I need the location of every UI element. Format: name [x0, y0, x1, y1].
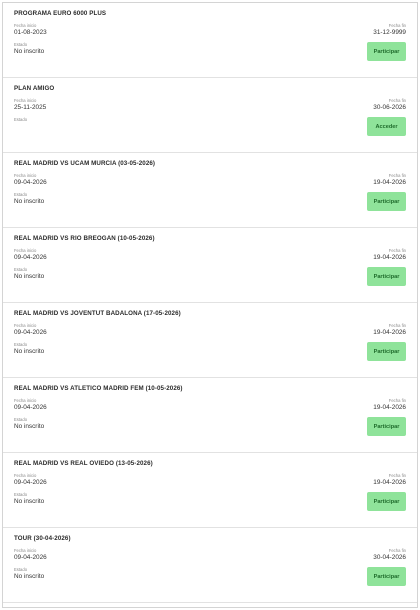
end-date-value: 19-04-2026: [373, 404, 406, 411]
program-title: REAL MADRID VS UCAM MURCIA (03-05-2026): [14, 160, 156, 167]
end-date-label: Fecha fin: [388, 23, 406, 28]
end-date-label: Fecha fin: [388, 548, 406, 553]
program-card: REAL MADRID VS RIO BREOGAN (10-05-2026) …: [3, 228, 417, 303]
participate-button[interactable]: Participar: [367, 267, 406, 286]
start-date-value: 09-04-2026: [14, 404, 47, 411]
participate-button[interactable]: Participar: [367, 342, 406, 361]
state-label: Estado: [14, 492, 28, 497]
end-date-label: Fecha fin: [388, 473, 406, 478]
end-date-value: 19-04-2026: [373, 479, 406, 486]
participate-button[interactable]: Participar: [367, 492, 406, 511]
end-date-label: Fecha fin: [388, 398, 406, 403]
program-card: REAL MADRID VS JOVENTUT BADALONA (17-05-…: [3, 303, 417, 378]
state-value: No inscrito: [14, 348, 45, 355]
state-label: Estado: [14, 567, 28, 572]
program-card: TOUR (30-04-2026) Fecha inicio 09-04-202…: [3, 528, 417, 603]
end-date-label: Fecha fin: [388, 173, 406, 178]
start-date-label: Fecha inicio: [14, 98, 37, 103]
access-button[interactable]: Acceder: [367, 117, 406, 136]
state-value: No inscrito: [14, 498, 45, 505]
start-date-value: 09-04-2026: [14, 254, 47, 261]
end-date-value: 19-04-2026: [373, 254, 406, 261]
start-date-value: 25-11-2025: [14, 104, 47, 111]
state-label: Estado: [14, 417, 28, 422]
state-label: Estado: [14, 342, 28, 347]
state-value: No inscrito: [14, 423, 45, 430]
participate-button[interactable]: Participar: [367, 192, 406, 211]
start-date-value: 09-04-2026: [14, 554, 47, 561]
end-date-value: 31-12-9999: [373, 29, 406, 36]
end-date-value: 30-04-2026: [373, 554, 406, 561]
start-date-value: 09-04-2026: [14, 329, 47, 336]
state-value: No inscrito: [14, 573, 45, 580]
program-title: REAL MADRID VS RIO BREOGAN (10-05-2026): [14, 235, 155, 242]
participate-button[interactable]: Participar: [367, 42, 406, 61]
start-date-value: 09-04-2026: [14, 479, 47, 486]
state-label: Estado: [14, 42, 28, 47]
start-date-label: Fecha inicio: [14, 173, 37, 178]
program-card: REAL MADRID VS UCAM MURCIA (03-05-2026) …: [3, 153, 417, 228]
start-date-label: Fecha inicio: [14, 248, 37, 253]
program-card: REAL MADRID VS REAL OVIEDO (13-05-2026) …: [3, 453, 417, 528]
program-title: TOUR (30-04-2026): [14, 535, 71, 542]
program-title: PLAN AMIGO: [14, 85, 55, 92]
program-title: PROGRAMA EURO 6000 PLUS: [14, 10, 107, 17]
participate-button[interactable]: Participar: [367, 567, 406, 586]
state-value: No inscrito: [14, 198, 45, 205]
program-title: REAL MADRID VS ATLETICO MADRID FEM (10-0…: [14, 385, 183, 392]
program-card: PLAN AMIGO Fecha inicio 25-11-2025 Fecha…: [3, 78, 417, 153]
start-date-label: Fecha inicio: [14, 548, 37, 553]
end-date-value: 19-04-2026: [373, 329, 406, 336]
start-date-label: Fecha inicio: [14, 398, 37, 403]
start-date-label: Fecha inicio: [14, 323, 37, 328]
program-title: REAL MADRID VS JOVENTUT BADALONA (17-05-…: [14, 310, 181, 317]
end-date-label: Fecha fin: [388, 248, 406, 253]
end-date-value: 19-04-2026: [373, 179, 406, 186]
state-label: Estado: [14, 192, 28, 197]
state-label: Estado: [14, 117, 28, 122]
participate-button[interactable]: Participar: [367, 417, 406, 436]
program-list: PROGRAMA EURO 6000 PLUS Fecha inicio 01-…: [2, 2, 418, 608]
start-date-value: 01-08-2023: [14, 29, 47, 36]
start-date-value: 09-04-2026: [14, 179, 47, 186]
program-card: REAL MADRID VS ATLETICO MADRID FEM (10-0…: [3, 378, 417, 453]
start-date-label: Fecha inicio: [14, 23, 37, 28]
program-card: PROGRAMA EURO 6000 PLUS Fecha inicio 01-…: [3, 3, 417, 78]
end-date-label: Fecha fin: [388, 98, 406, 103]
state-value: No inscrito: [14, 48, 45, 55]
end-date-label: Fecha fin: [388, 323, 406, 328]
end-date-value: 30-06-2026: [373, 104, 406, 111]
start-date-label: Fecha inicio: [14, 473, 37, 478]
state-label: Estado: [14, 267, 28, 272]
state-value: No inscrito: [14, 273, 45, 280]
program-title: REAL MADRID VS REAL OVIEDO (13-05-2026): [14, 460, 153, 467]
